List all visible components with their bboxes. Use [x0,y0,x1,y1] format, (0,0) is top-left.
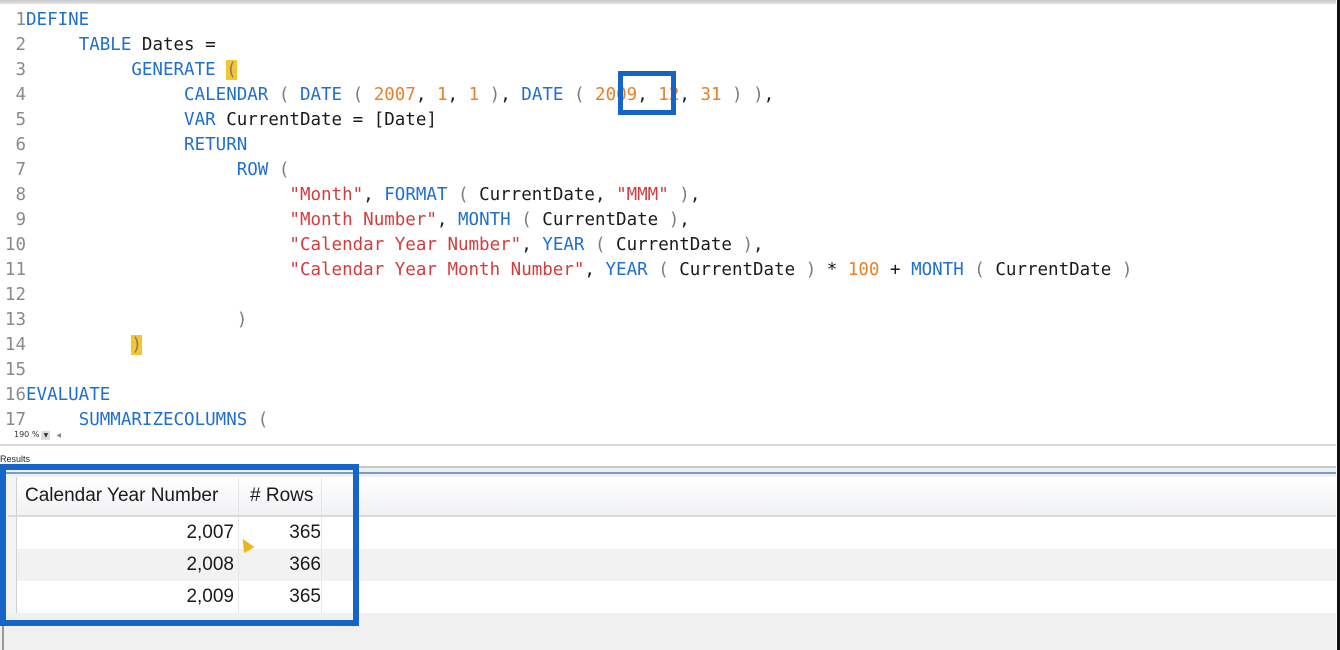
close-paren: ) [236,310,248,330]
line-number: 12 [4,285,26,305]
pane-edge [2,626,4,650]
variable-ref: CurrentDate [479,185,595,205]
var-declaration: CurrentDate = [Date] [215,110,437,130]
line-number: 2 [15,35,26,55]
keyword-define: DEFINE [26,10,90,30]
variable-ref: CurrentDate [679,260,796,280]
code-line: 6 RETURN [0,133,247,158]
window-top-bar [0,0,1336,4]
start-month: 1 [436,85,448,105]
keyword-table: TABLE [78,35,132,55]
string-literal: "Calendar Year Number" [289,235,522,255]
line-number: 8 [15,185,26,205]
line-number: 7 [15,160,26,180]
line-number: 11 [4,260,26,280]
line-number: 15 [4,360,26,380]
zoom-control[interactable]: 190 % ▼ ◀ [14,430,61,440]
highlight-box-results [0,464,359,626]
string-literal: "Calendar Year Month Number" [289,260,585,280]
line-number: 4 [15,85,26,105]
code-line: 12 [0,283,26,308]
code-line: 1DEFINE [0,8,89,33]
code-line: 14 ) [0,333,142,358]
string-literal: "Month Number" [289,210,437,230]
function-calendar: CALENDAR [184,85,269,105]
code-line: 8 "Month", FORMAT ( CurrentDate, "MMM" )… [0,183,700,208]
function-summarizecolumns: SUMMARIZECOLUMNS [78,410,248,430]
string-literal: "Month" [289,185,364,205]
line-number: 5 [15,110,26,130]
function-year: YEAR [542,235,585,255]
line-number: 6 [15,135,26,155]
function-row: ROW [236,160,269,180]
end-day: 31 [700,85,722,105]
code-line: 13 ) [0,308,247,333]
code-line: 15 [0,358,26,383]
start-year: 2007 [373,85,416,105]
variable-ref: CurrentDate [616,235,732,255]
keyword-evaluate: EVALUATE [26,385,111,405]
results-pane-title: Results [0,454,31,464]
variable-ref: CurrentDate [542,210,659,230]
dax-query-editor[interactable]: 1DEFINE 2 TABLE Dates = 3 GENERATE ( 4 C… [0,6,1336,430]
zoom-level: 190 % [14,430,40,439]
line-number: 1 [15,10,26,30]
code-line: 5 VAR CurrentDate = [Date] [0,108,437,133]
line-number: 10 [4,235,26,255]
code-line: 9 "Month Number", MONTH ( CurrentDate ), [0,208,689,233]
function-date: DATE [299,85,343,105]
code-line: 11 "Calendar Year Month Number", YEAR ( … [0,258,1132,283]
function-date: DATE [521,85,564,105]
function-format: FORMAT [384,185,448,205]
function-generate: GENERATE [131,60,216,80]
variable-ref: CurrentDate [995,260,1112,280]
matched-bracket-open: ( [226,60,237,80]
line-number: 9 [15,210,26,230]
line-number: 13 [4,310,26,330]
chevron-down-icon[interactable]: ▼ [41,431,51,440]
matched-bracket-close: ) [131,335,142,355]
function-month: MONTH [458,210,511,230]
table-name: Dates = [131,35,216,55]
line-number: 16 [4,385,26,405]
code-line: 16EVALUATE [0,383,110,408]
function-month: MONTH [911,260,964,280]
string-literal: "MMM" [616,185,669,205]
line-number: 14 [4,335,26,355]
code-line: 3 GENERATE ( [0,58,237,83]
keyword-return: RETURN [184,135,248,155]
highlight-box-end-year [618,71,676,115]
code-line: 2 TABLE Dates = [0,33,216,58]
keyword-var: VAR [184,110,216,130]
splitter[interactable] [0,444,1336,446]
function-year: YEAR [605,260,648,280]
scroll-left-icon[interactable]: ◀ [56,432,61,439]
start-day: 1 [468,85,480,105]
number-literal: 100 [847,260,880,280]
line-number: 3 [15,60,26,80]
code-line: 10 "Calendar Year Number", YEAR ( Curren… [0,233,764,258]
code-line: 7 ROW ( [0,158,289,183]
